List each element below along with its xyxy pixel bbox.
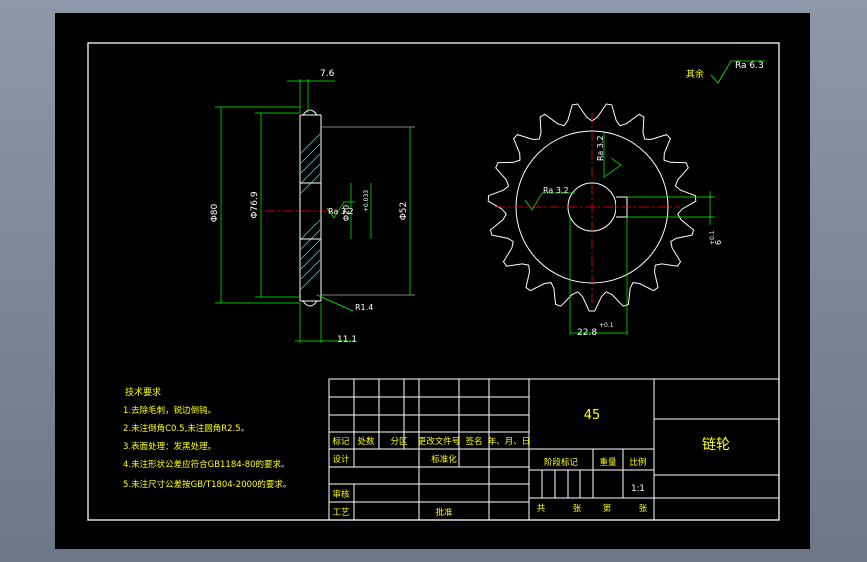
dim-top-width: 7.6 bbox=[320, 69, 335, 79]
surface-finish-note: 其余 Ra 6.3 bbox=[686, 60, 765, 84]
surface-finish-value: Ra 6.3 bbox=[735, 61, 764, 71]
drawing-canvas: 7.6 Φ80 Φ76.9 Φ20 +0.033 Φ52 Ra 3.2 R1.4… bbox=[55, 13, 810, 549]
cad-drawing: 7.6 Φ80 Φ76.9 Φ20 +0.033 Φ52 Ra 3.2 R1.4… bbox=[87, 42, 780, 521]
label-design: 设计 bbox=[332, 454, 350, 465]
label-standardize: 标准化 bbox=[431, 454, 457, 465]
header-count: 处数 bbox=[357, 436, 375, 447]
dim-hub-dia: Φ52 bbox=[399, 202, 409, 221]
header-date: 年、月、日 bbox=[488, 436, 531, 447]
tech-req-title: 技术要求 bbox=[125, 386, 161, 398]
label-number: 第 bbox=[603, 503, 612, 514]
tech-req-item: 4.未注形状公差应符合GB1184-80的要求。 bbox=[123, 459, 290, 470]
label-scale: 比例 bbox=[629, 457, 646, 468]
label-review: 审核 bbox=[332, 489, 350, 500]
side-roughness: Ra 3.2 bbox=[328, 207, 354, 216]
material: 45 bbox=[584, 408, 601, 423]
label-process: 工艺 bbox=[332, 508, 349, 518]
front-roughness-left: Ra 3.2 bbox=[543, 186, 569, 195]
surface-finish-label: 其余 bbox=[686, 68, 704, 80]
header-zone: 分区 bbox=[390, 437, 408, 447]
dim-bore-tol: +0.033 bbox=[363, 190, 370, 212]
side-dimension-lines bbox=[215, 79, 411, 343]
dim-radius: R1.4 bbox=[355, 303, 373, 312]
side-view: 7.6 Φ80 Φ76.9 Φ20 +0.033 Φ52 Ra 3.2 R1.4… bbox=[210, 69, 415, 345]
tech-req-item: 1.去除毛刺，锐边倒钝。 bbox=[123, 405, 216, 416]
front-view: Ra 3.2 Ra 3.2 6 +0.1 22.8 +0.1 bbox=[487, 103, 723, 338]
label-approve: 批准 bbox=[435, 507, 453, 518]
dim-keyway-depth: 22.8 bbox=[577, 328, 597, 338]
dim-outer-dia: Φ80 bbox=[210, 203, 220, 222]
tech-req-item: 5.未注尺寸公差按GB/T1804-2000的要求。 bbox=[123, 479, 291, 490]
header-mark: 标记 bbox=[332, 436, 350, 447]
dim-bottom-width: 11.1 bbox=[337, 335, 357, 345]
dim-root-dia: Φ76.9 bbox=[250, 191, 260, 218]
part-name: 链轮 bbox=[702, 437, 730, 453]
label-weight: 重量 bbox=[599, 457, 617, 468]
label-total: 共 bbox=[537, 504, 546, 514]
technical-requirements: 技术要求 1.去除毛刺，锐边倒钝。 2.未注倒角C0.5,未注圆角R2.5。 3… bbox=[123, 386, 291, 490]
front-roughness-top: Ra 3.2 bbox=[596, 135, 605, 161]
tech-req-item: 2.未注倒角C0.5,未注圆角R2.5。 bbox=[123, 423, 249, 434]
header-change-doc: 更改文件号 bbox=[418, 436, 461, 447]
label-sheet: 张 bbox=[573, 504, 582, 514]
scale-value: 1:1 bbox=[631, 484, 645, 494]
section-hatch bbox=[300, 133, 321, 290]
label-sheet-2: 张 bbox=[639, 504, 648, 514]
header-signature: 签名 bbox=[465, 436, 482, 447]
label-stage-mark: 阶段标记 bbox=[544, 457, 579, 468]
tech-req-item: 3.表面处理：发黑处理。 bbox=[123, 441, 216, 452]
dim-keyway-tol: +0.1 bbox=[599, 322, 614, 329]
dim-key-tol: +0.1 bbox=[709, 230, 716, 245]
